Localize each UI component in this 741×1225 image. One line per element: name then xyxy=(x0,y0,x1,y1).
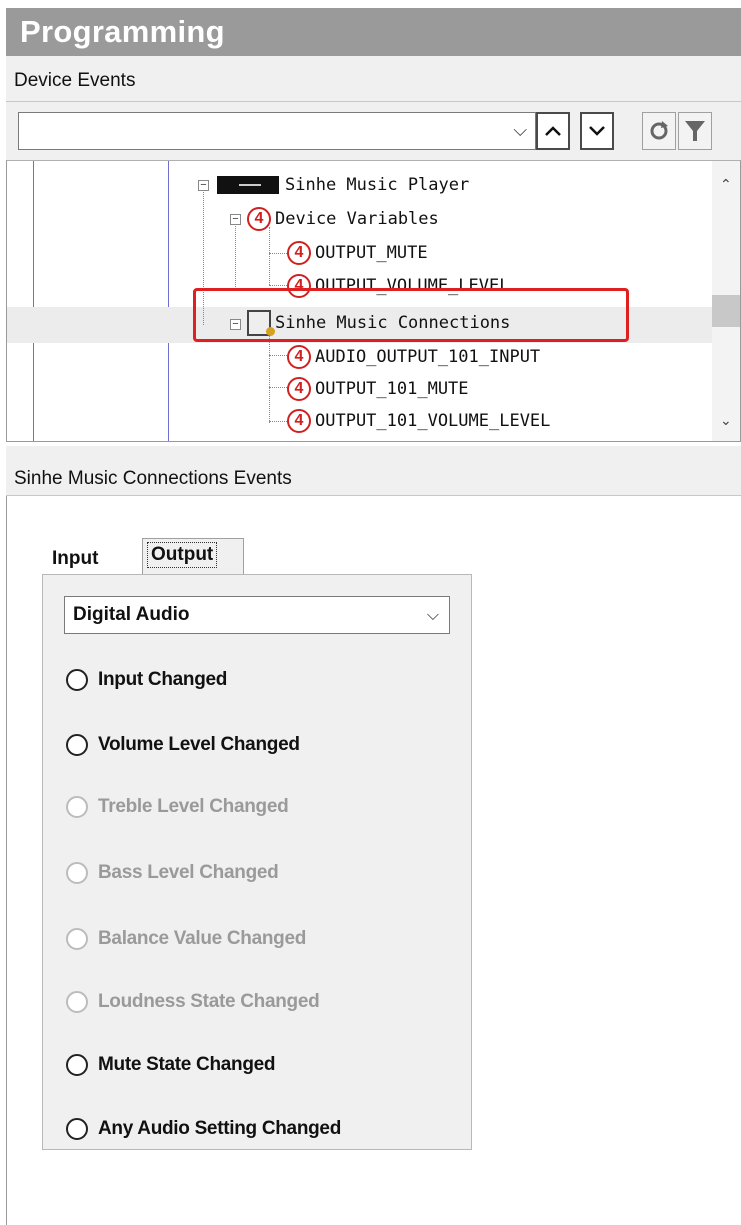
collapse-toggle[interactable]: − xyxy=(198,180,209,191)
collapse-toggle[interactable]: − xyxy=(230,214,241,225)
chevron-down-icon xyxy=(589,126,605,136)
tree-node-label: Device Variables xyxy=(275,209,439,229)
tree-node-label: OUTPUT_101_VOLUME_LEVEL xyxy=(315,411,551,431)
radio-circle[interactable] xyxy=(66,1054,88,1076)
chevron-down-icon[interactable]: ⌵ xyxy=(427,605,439,625)
refresh-button[interactable] xyxy=(642,112,676,150)
radio-any-audio-setting-changed[interactable]: Any Audio Setting Changed xyxy=(66,1115,341,1143)
radio-label: Balance Value Changed xyxy=(98,928,307,949)
radio-circle xyxy=(66,991,88,1013)
device-image-icon xyxy=(217,176,279,194)
radio-circle[interactable] xyxy=(66,734,88,756)
scrollbar-thumb[interactable] xyxy=(712,295,740,327)
radio-label: Volume Level Changed xyxy=(98,734,300,755)
tree-connector xyxy=(269,253,287,254)
tab-output[interactable]: Output xyxy=(142,538,244,574)
radio-circle xyxy=(66,796,88,818)
tree-guide-line xyxy=(33,161,34,441)
tree-connector xyxy=(235,219,236,291)
chevron-up-icon xyxy=(545,126,561,136)
tree-node-device-variables[interactable]: 4 Device Variables xyxy=(247,203,439,235)
radio-circle[interactable] xyxy=(66,669,88,691)
control4-icon: 4 xyxy=(287,409,311,433)
control4-icon: 4 xyxy=(287,377,311,401)
tree-node-audio-output-input[interactable]: 4 AUDIO_OUTPUT_101_INPUT xyxy=(287,341,540,373)
control4-icon: 4 xyxy=(287,241,311,265)
radio-circle xyxy=(66,928,88,950)
chevron-down-icon[interactable]: ⌵ xyxy=(513,120,527,141)
audio-type-value: Digital Audio xyxy=(73,604,190,625)
tree-scrollbar[interactable]: ⌃ ⌄ xyxy=(712,161,740,441)
radio-loudness-state-changed: Loudness State Changed xyxy=(66,988,320,1016)
radio-label: Loudness State Changed xyxy=(98,991,320,1012)
tree-connector xyxy=(269,355,287,356)
panel-title: Programming xyxy=(20,14,225,49)
move-up-button[interactable] xyxy=(536,112,570,150)
tree-node-output-101-mute[interactable]: 4 OUTPUT_101_MUTE xyxy=(287,373,469,405)
audio-type-select[interactable]: Digital Audio ⌵ xyxy=(64,596,450,634)
annotation-highlight-box xyxy=(193,288,629,342)
tree-node-sinhe-music-player[interactable]: Sinhe Music Player xyxy=(217,169,469,201)
filter-button[interactable] xyxy=(678,112,712,150)
scroll-down-icon[interactable]: ⌄ xyxy=(720,413,732,429)
tree-connector xyxy=(269,387,287,388)
radio-circle[interactable] xyxy=(66,1118,88,1140)
radio-label: Mute State Changed xyxy=(98,1054,276,1075)
control4-icon: 4 xyxy=(287,345,311,369)
radio-label: Input Changed xyxy=(98,669,228,690)
tab-output-label: Output xyxy=(147,542,218,568)
device-events-header: Device Events xyxy=(6,56,741,102)
events-title: Sinhe Music Connections Events xyxy=(14,468,292,489)
tree-node-output-mute[interactable]: 4 OUTPUT_MUTE xyxy=(287,237,428,269)
radio-label: Bass Level Changed xyxy=(98,862,279,883)
tree-guide-line xyxy=(168,161,169,441)
tree-node-label: Sinhe Music Player xyxy=(285,175,470,195)
radio-volume-level-changed[interactable]: Volume Level Changed xyxy=(66,731,300,759)
radio-bass-level-changed: Bass Level Changed xyxy=(66,859,279,887)
radio-label: Treble Level Changed xyxy=(98,796,289,817)
toolbar: ⌵ xyxy=(6,102,741,160)
radio-input-changed[interactable]: Input Changed xyxy=(66,666,227,694)
tab-input[interactable]: Input xyxy=(52,548,98,570)
panel-header: Programming xyxy=(6,8,741,56)
move-down-button[interactable] xyxy=(580,112,614,150)
events-header: Sinhe Music Connections Events xyxy=(6,446,741,496)
radio-circle xyxy=(66,862,88,884)
device-tree[interactable]: − Sinhe Music Player − 4 Device Variable… xyxy=(6,160,741,442)
tree-node-label: OUTPUT_MUTE xyxy=(315,243,428,263)
tree-connector xyxy=(269,421,287,422)
radio-balance-value-changed: Balance Value Changed xyxy=(66,925,306,953)
device-events-label: Device Events xyxy=(14,70,136,91)
tree-node-output-101-volume-level[interactable]: 4 OUTPUT_101_VOLUME_LEVEL xyxy=(287,405,550,437)
radio-treble-level-changed: Treble Level Changed xyxy=(66,793,289,821)
device-search-combo[interactable]: ⌵ xyxy=(18,112,536,150)
tree-connector xyxy=(269,227,270,285)
radio-mute-state-changed[interactable]: Mute State Changed xyxy=(66,1051,276,1079)
radio-label: Any Audio Setting Changed xyxy=(98,1118,342,1139)
tree-node-label: AUDIO_OUTPUT_101_INPUT xyxy=(315,347,541,367)
control4-icon: 4 xyxy=(247,207,271,231)
filter-icon xyxy=(685,121,705,141)
scroll-up-icon[interactable]: ⌃ xyxy=(720,177,732,193)
refresh-icon xyxy=(650,121,668,140)
tree-connector xyxy=(269,331,270,423)
tree-node-label: OUTPUT_101_MUTE xyxy=(315,379,469,399)
tree-connector xyxy=(269,285,287,286)
